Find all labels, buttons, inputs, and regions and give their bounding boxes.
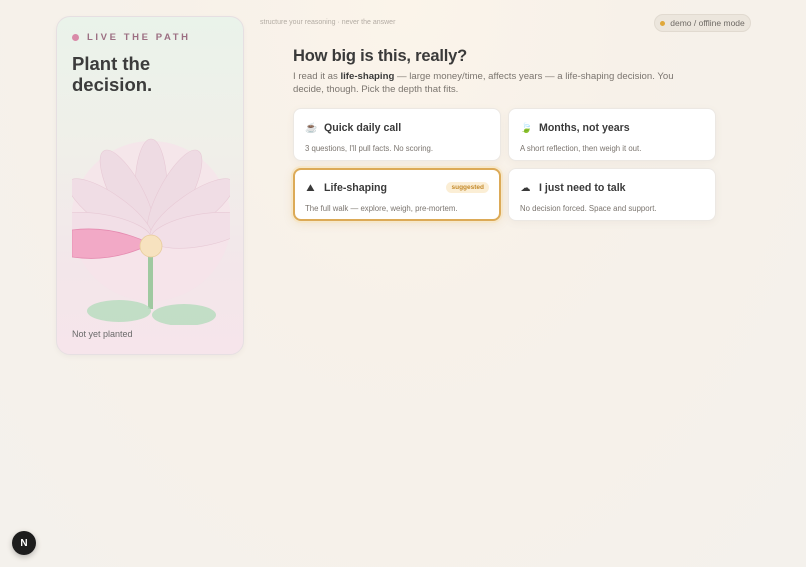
tagline: structure your reasoning · never the ans… [260,19,396,26]
eyebrow: LIVE THE PATH [72,32,191,43]
mode-badge[interactable]: demo / offline mode [654,14,751,32]
planting-status: Not yet planted [72,329,133,339]
mode-label: demo / offline mode [670,18,745,28]
mountain-icon: ⛰ [306,182,315,194]
option-title: Life-shaping [324,182,387,194]
dev-tools-button[interactable]: N [12,531,36,555]
mode-dot-icon [660,20,666,26]
depth-options: ☕ Quick daily call 3 questions, I'll pul… [293,108,716,221]
n-logo-icon: N [20,537,28,549]
rain-cloud-icon: ☁ [520,182,531,194]
assessment-prefix: I read it as [293,71,341,82]
card-title: Plant the decision. [72,53,153,95]
option-description: A short reflection, then weigh it out. [520,144,642,153]
assessment-text: I read it as life-shaping — large money/… [293,70,703,96]
leaf-icon: 🍃 [520,122,533,134]
page-title: How big is this, really? [293,47,467,65]
option-title: I just need to talk [539,182,626,194]
option-description: The full walk — explore, weigh, pre-mort… [305,204,458,213]
option-description: No decision forced. Space and support. [520,204,657,213]
suggested-badge: suggested [446,182,489,193]
option-quick-daily-call[interactable]: ☕ Quick daily call 3 questions, I'll pul… [293,108,501,161]
lotus-flower-illustration [72,138,230,325]
assessment-highlight: life-shaping [340,71,395,82]
coffee-icon: ☕ [305,122,318,134]
option-description: 3 questions, I'll pull facts. No scoring… [305,144,434,153]
option-title: Months, not years [539,122,630,134]
option-months-not-years[interactable]: 🍃 Months, not years A short reflection, … [508,108,716,161]
option-title: Quick daily call [324,122,402,134]
option-life-shaping[interactable]: ⛰ Life-shaping The full walk — explore, … [293,168,501,221]
status-dot-icon [72,34,79,41]
option-just-talk[interactable]: ☁ I just need to talk No decision forced… [508,168,716,221]
plant-card: LIVE THE PATH Plant the decision. Not ye… [56,16,244,355]
eyebrow-label: LIVE THE PATH [87,32,191,43]
